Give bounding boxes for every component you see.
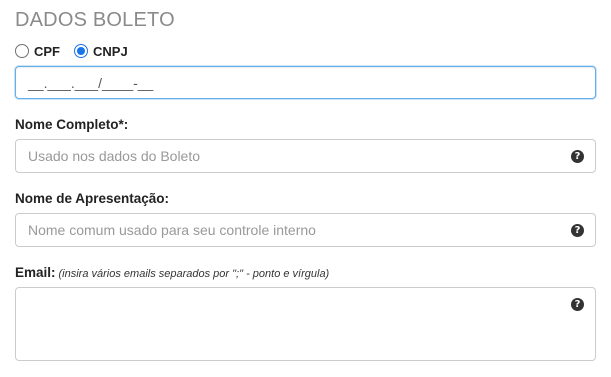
cpf-radio[interactable]	[15, 44, 29, 58]
nome-completo-placeholder: Usado nos dados do Boleto	[28, 148, 201, 164]
email-label: Email: (insira vários emails separados po…	[15, 265, 329, 280]
cnpj-radio[interactable]	[74, 44, 88, 58]
nome-apresentacao-question-circle-icon[interactable]: ?	[571, 224, 584, 237]
document-type-radio-group: CPF CNPJ	[15, 42, 142, 60]
nome-apresentacao-placeholder: Nome comum usado para seu controle inter…	[28, 222, 316, 238]
email-label-text: Email:	[15, 265, 56, 280]
nome-apresentacao-input[interactable]: Nome comum usado para seu controle inter…	[15, 213, 596, 247]
email-hint: (insira vários emails separados por ";" …	[58, 268, 330, 280]
cpf-radio-label[interactable]: CPF	[34, 44, 60, 59]
nome-apresentacao-label: Nome de Apresentação:	[15, 191, 170, 206]
nome-completo-input[interactable]: Usado nos dados do Boleto ?	[15, 139, 596, 173]
email-question-circle-icon[interactable]: ?	[571, 298, 584, 311]
section-title: DADOS BOLETO	[15, 9, 175, 31]
cnpj-radio-label[interactable]: CNPJ	[93, 44, 128, 59]
cnpj-input[interactable]: __.___.___/____-__	[15, 66, 596, 99]
nome-completo-question-circle-icon[interactable]: ?	[571, 150, 584, 163]
nome-completo-label: Nome Completo*:	[15, 117, 129, 132]
cnpj-input-value: __.___.___/____-__	[28, 74, 154, 91]
email-textarea[interactable]: ?	[15, 287, 596, 361]
